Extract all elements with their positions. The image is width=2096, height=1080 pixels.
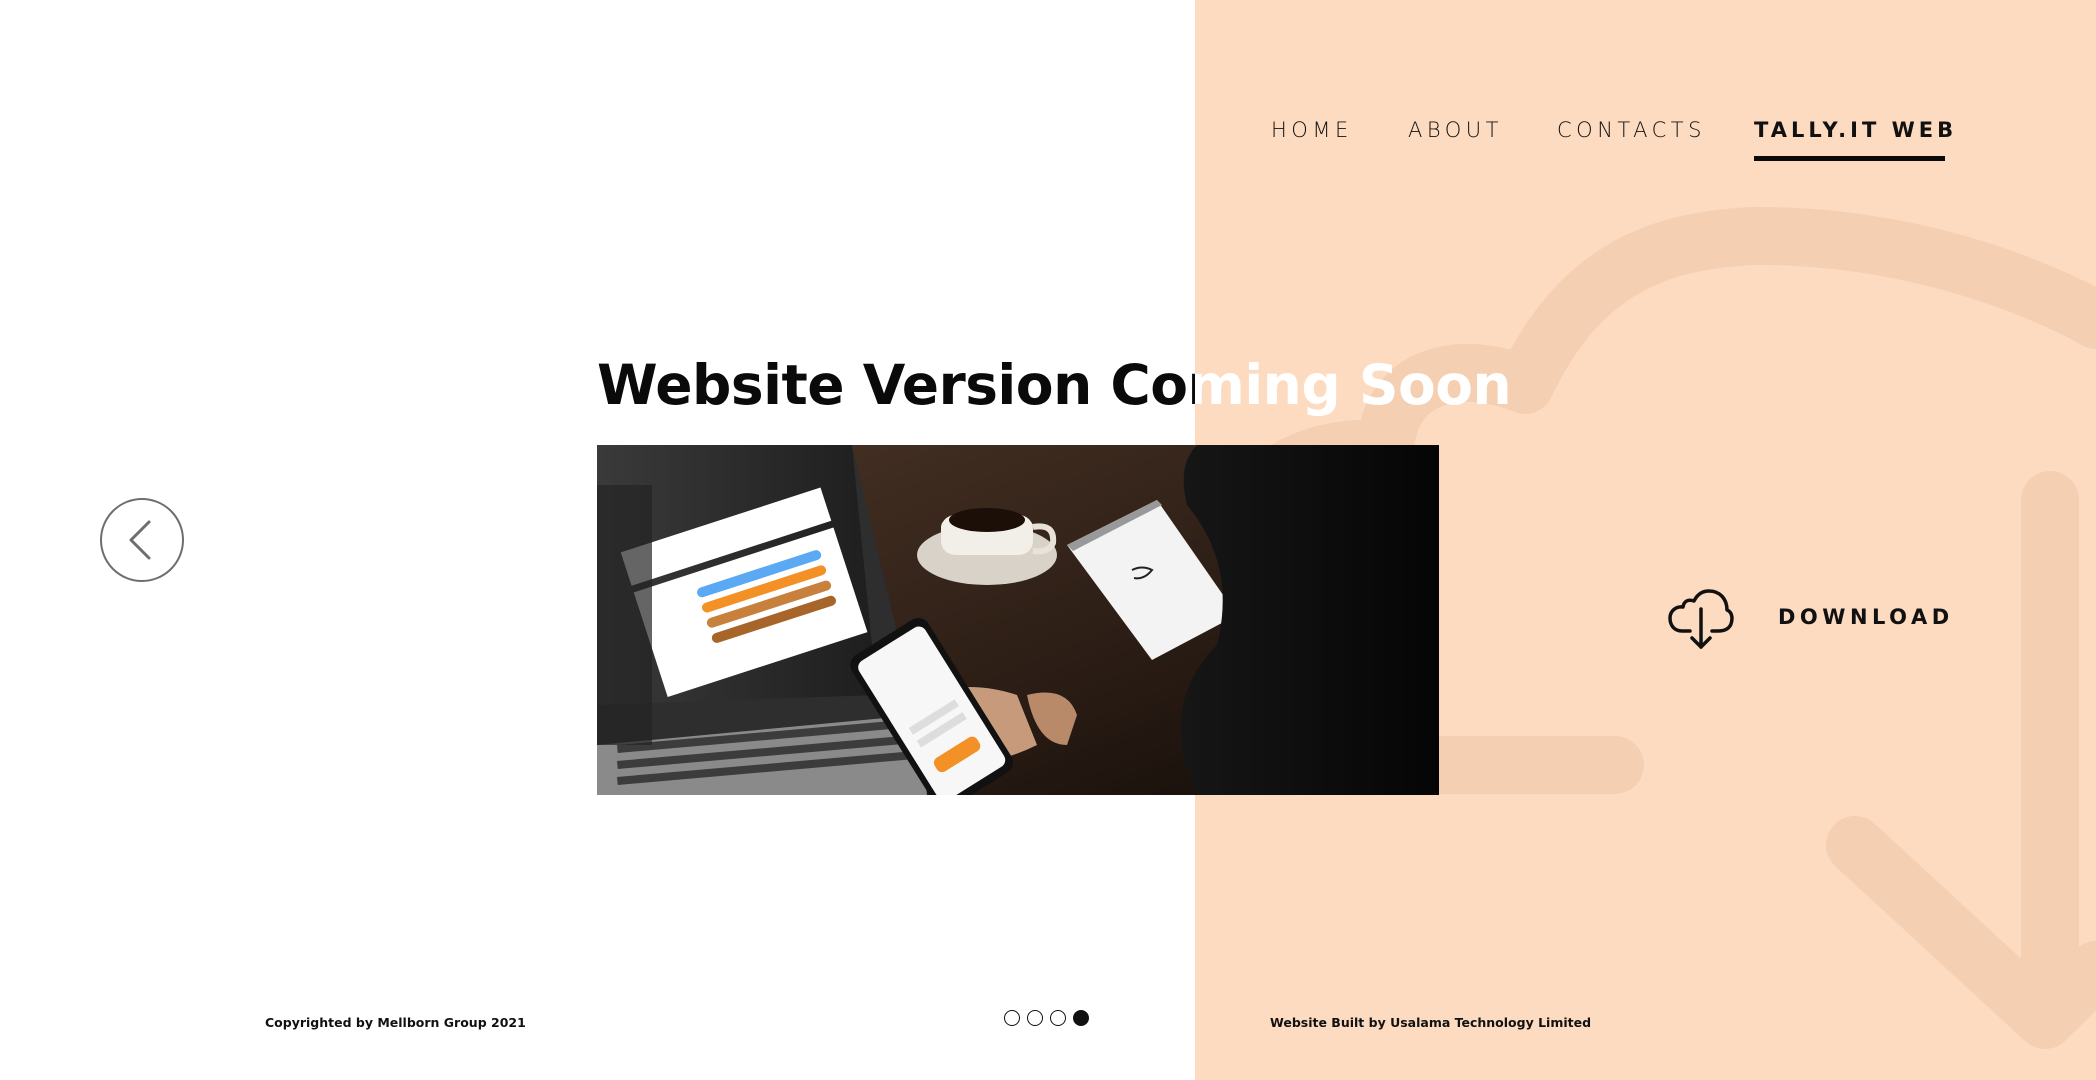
page-title-text-overlay: Website Version Coming Soon bbox=[1195, 353, 1512, 417]
cloud-download-icon bbox=[1668, 589, 1734, 649]
nav-active-underline bbox=[1754, 156, 1945, 161]
page-title-dark-part: Website Version Coming Soon bbox=[597, 350, 1195, 420]
pagination-dot[interactable] bbox=[1004, 1010, 1020, 1026]
built-by-text: Website Built by Usalama Technology Limi… bbox=[1270, 1015, 1592, 1030]
previous-slide-button[interactable] bbox=[100, 498, 184, 582]
pagination-dot-active[interactable] bbox=[1073, 1010, 1089, 1026]
copyright-text: Copyrighted by Mellborn Group 2021 bbox=[265, 1015, 526, 1030]
pagination-dot[interactable] bbox=[1027, 1010, 1043, 1026]
hero-image bbox=[597, 445, 1439, 795]
chevron-left-icon bbox=[129, 520, 151, 560]
hero-photo bbox=[597, 445, 1439, 795]
page-title-text: Website Version Coming Soon bbox=[597, 353, 1195, 417]
main-nav: HOME ABOUT CONTACTS TALLY.IT WEB bbox=[0, 118, 2096, 178]
page-title-light-part: Website Version Coming Soon bbox=[1195, 350, 1595, 420]
download-button[interactable]: DOWNLOAD bbox=[1668, 585, 1949, 651]
download-label: DOWNLOAD bbox=[1778, 605, 1954, 629]
pagination-dot[interactable] bbox=[1050, 1010, 1066, 1026]
nav-contacts[interactable]: CONTACTS bbox=[1557, 118, 1706, 142]
nav-about[interactable]: ABOUT bbox=[1408, 118, 1503, 142]
nav-tally-it-web[interactable]: TALLY.IT WEB bbox=[1754, 118, 1957, 142]
page-title: Website Version Coming Soon Website Vers… bbox=[597, 350, 1512, 420]
nav-home[interactable]: HOME bbox=[1271, 118, 1353, 142]
